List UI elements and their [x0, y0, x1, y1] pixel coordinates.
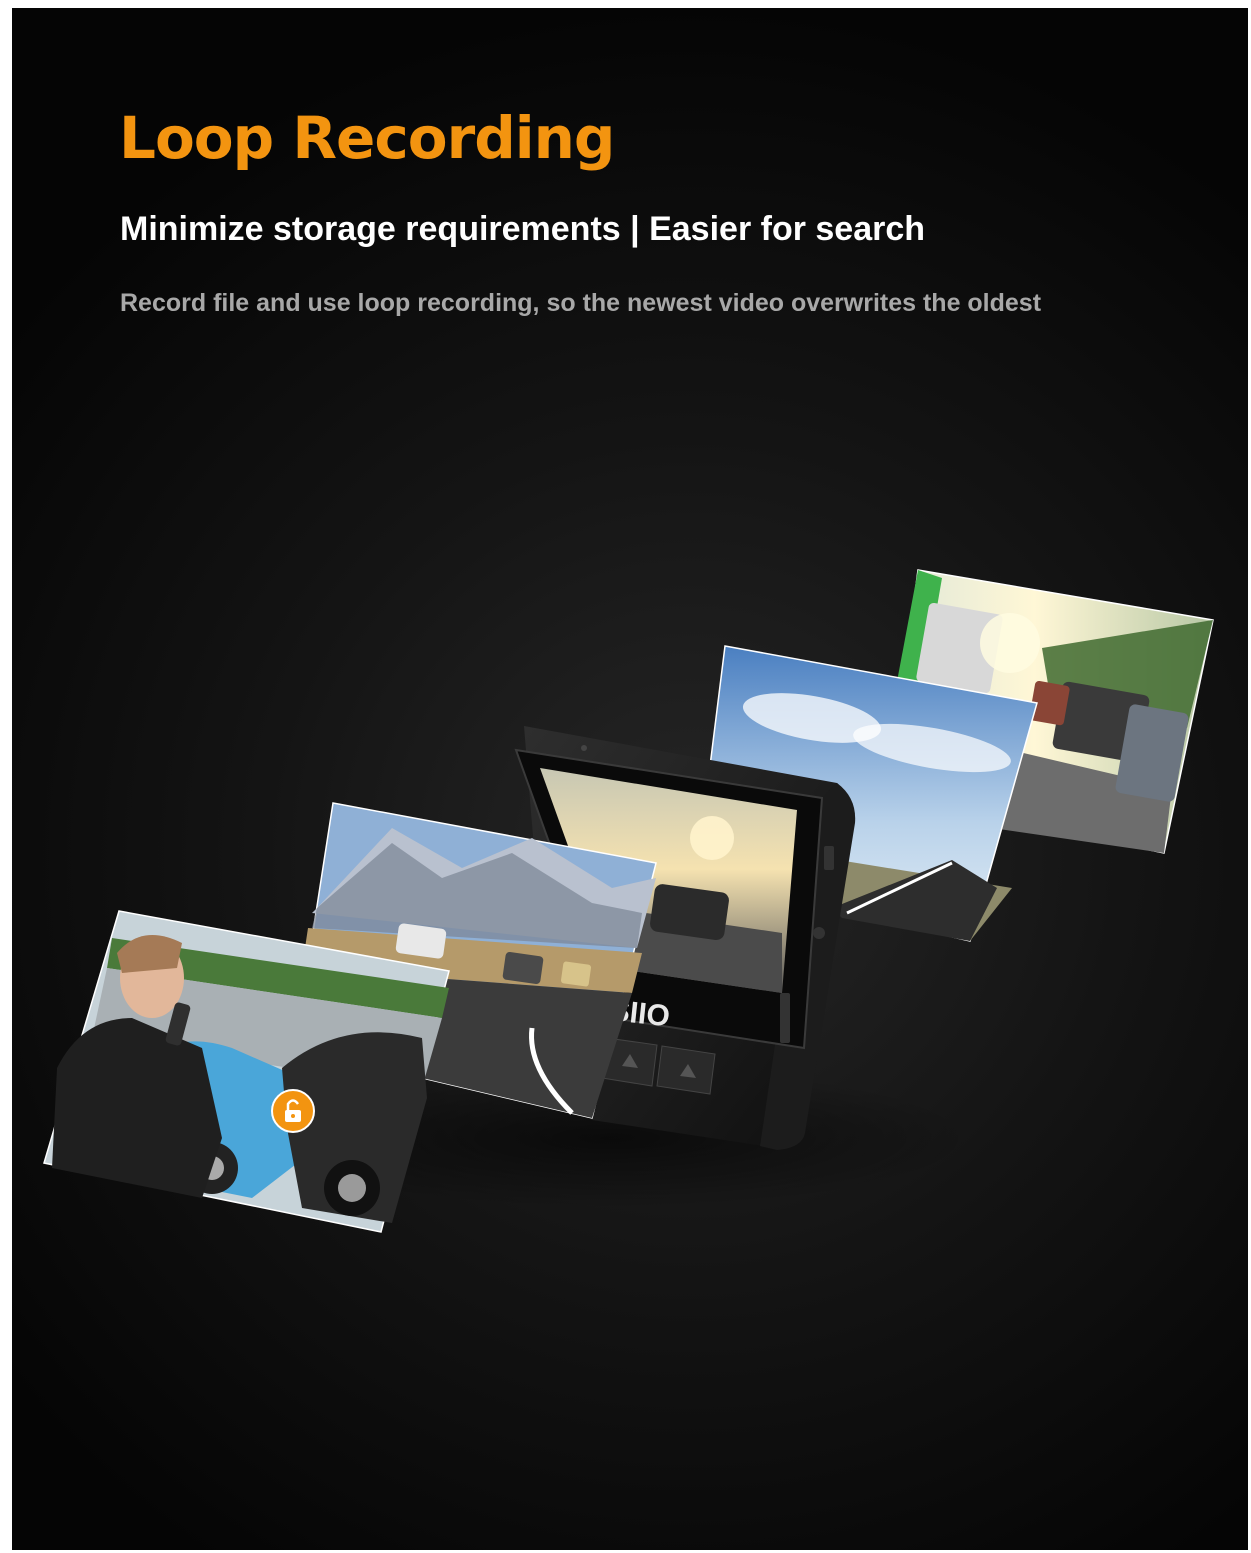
loop-recording-illustration: SIIO [43, 569, 1214, 1233]
banner: Loop Recording Minimize storage requirem… [12, 8, 1248, 1550]
